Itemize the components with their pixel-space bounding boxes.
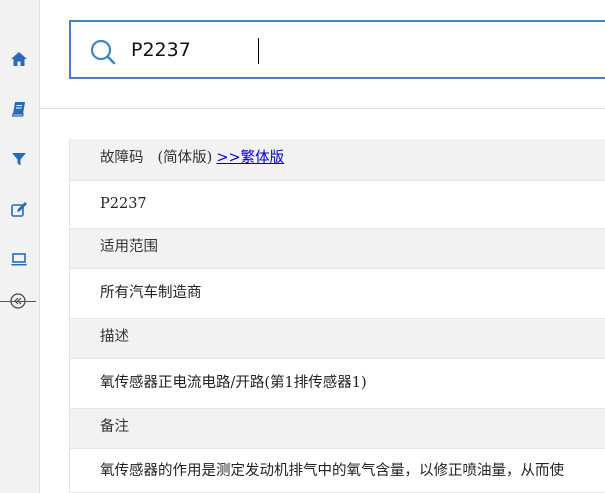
book-icon[interactable] (9, 99, 29, 119)
note-label: 备注 (100, 419, 129, 435)
home-icon[interactable] (9, 49, 29, 69)
traditional-version-link[interactable]: >>繁体版 (216, 150, 284, 166)
scope-label: 适用范围 (100, 239, 158, 255)
desc-label: 描述 (100, 329, 129, 345)
search-icon (90, 39, 116, 65)
desc-value-row: 氧传感器正电流电路/开路(第1排传感器1) (70, 359, 605, 409)
code-header-row: 故障码 (简体版) >>繁体版 (70, 139, 605, 181)
scope-value: 所有汽车制造商 (100, 285, 202, 301)
code-label: 故障码 (100, 150, 144, 166)
variant-current: (简体版) (157, 150, 213, 166)
note-value-row: 氧传感器的作用是测定发动机排气中的氧气含量，以修正喷油量，从而使 (70, 449, 605, 493)
laptop-icon[interactable] (9, 249, 29, 269)
note-header-row: 备注 (70, 409, 605, 449)
code-value: P2237 (100, 196, 147, 212)
collapse-divider (0, 301, 36, 302)
desc-value: 氧传感器正电流电路/开路(第1排传感器1) (100, 375, 367, 391)
result-table: 故障码 (简体版) >>繁体版 P2237 适用范围 所有汽车制造商 描述 氧传感器… (69, 139, 605, 493)
note-value: 氧传感器的作用是测定发动机排气中的氧气含量，以修正喷油量，从而使 (100, 463, 564, 479)
text-caret (258, 38, 259, 64)
code-value-row: P2237 (70, 181, 605, 229)
sidebar (0, 0, 40, 493)
filter-icon[interactable] (9, 149, 29, 169)
edit-icon[interactable] (9, 199, 29, 219)
search-input[interactable] (131, 31, 591, 69)
scope-header-row: 适用范围 (70, 229, 605, 269)
header-divider (40, 108, 605, 109)
desc-header-row: 描述 (70, 319, 605, 359)
scope-value-row: 所有汽车制造商 (70, 269, 605, 319)
search-box[interactable] (69, 20, 605, 79)
